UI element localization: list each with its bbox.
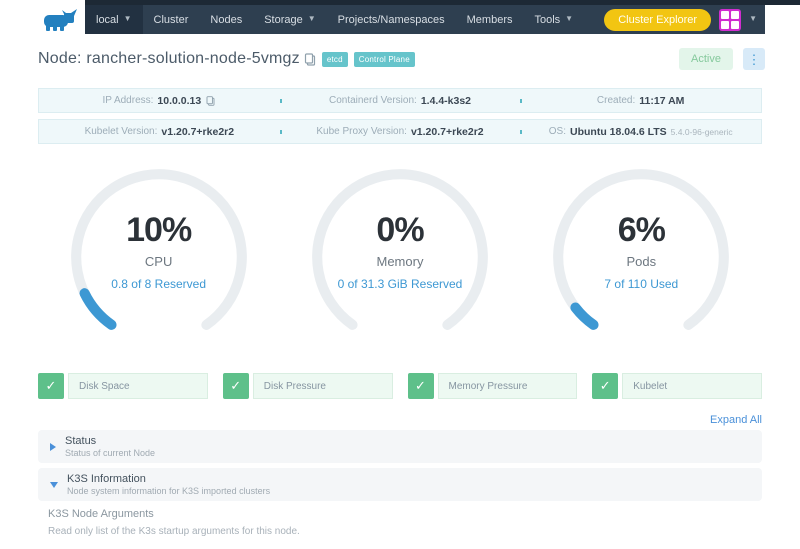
rancher-logo-icon[interactable] bbox=[38, 7, 82, 35]
gauge-label: Pods bbox=[626, 254, 656, 269]
k3s-content: K3S Node Arguments Read only list of the… bbox=[38, 501, 762, 549]
info-cell-os: OS: Ubuntu 18.04.6 LTS 5.4.0-96-generic bbox=[520, 126, 761, 138]
page-title: Node: rancher-solution-node-5vmgz bbox=[38, 50, 300, 68]
info-cell-ip-address: IP Address: 10.0.0.13 bbox=[39, 95, 280, 107]
check-icon: ✓ bbox=[592, 373, 618, 399]
k3s-arguments-heading: K3S Node Arguments bbox=[38, 501, 762, 520]
resource-gauges: 10% CPU 0.8 of 8 Reserved 0% Memory 0 of… bbox=[38, 165, 762, 349]
nav-item-label: Cluster bbox=[154, 14, 189, 26]
nav-item-local[interactable]: local ▼ bbox=[85, 5, 143, 34]
section-k3s-information: K3S Information Node system information … bbox=[38, 468, 762, 501]
nav-item-cluster[interactable]: Cluster bbox=[143, 5, 200, 34]
nav-item-label: Projects/Namespaces bbox=[338, 14, 445, 26]
page: local ▼ Cluster Nodes Storage ▼ Projects… bbox=[0, 0, 800, 549]
gauge-pods: 6% Pods 7 of 110 Used bbox=[549, 165, 733, 349]
gauge-memory: 0% Memory 0 of 31.3 GiB Reserved bbox=[308, 165, 492, 349]
info-label: Kube Proxy Version: bbox=[316, 126, 407, 137]
section-status-header[interactable]: Status Status of current Node bbox=[38, 430, 762, 463]
gauge-label: Memory bbox=[377, 254, 424, 269]
info-label: Containerd Version: bbox=[329, 95, 417, 106]
role-badge-control-plane: Control Plane bbox=[354, 52, 415, 67]
node-conditions: ✓ Disk Space ✓ Disk Pressure ✓ Memory Pr… bbox=[38, 373, 762, 399]
info-label: IP Address: bbox=[102, 95, 153, 106]
chevron-down-icon: ▼ bbox=[565, 15, 573, 23]
section-status: Status Status of current Node bbox=[38, 430, 762, 463]
role-badge-etcd: etcd bbox=[322, 52, 348, 67]
info-cell-kube-proxy-version: Kube Proxy Version: v1.20.7+rke2r2 bbox=[280, 126, 521, 138]
gauge-percent: 10% bbox=[126, 211, 191, 250]
chevron-down-icon: ▼ bbox=[308, 15, 316, 23]
nav-item-label: local bbox=[96, 14, 119, 26]
info-value: v1.20.7+rke2r2 bbox=[411, 126, 484, 138]
gauge-subtext: 0.8 of 8 Reserved bbox=[111, 277, 206, 291]
condition-label: Kubelet bbox=[622, 373, 762, 399]
condition-label: Disk Space bbox=[68, 373, 208, 399]
triangle-right-icon bbox=[50, 443, 56, 451]
copy-icon[interactable] bbox=[304, 53, 316, 66]
check-icon: ✓ bbox=[408, 373, 434, 399]
apps-icon[interactable] bbox=[719, 9, 741, 31]
section-title: Status bbox=[65, 435, 155, 447]
gauge-subtext: 7 of 110 Used bbox=[604, 277, 678, 291]
info-row-2: Kubelet Version: v1.20.7+rke2r2 Kube Pro… bbox=[38, 119, 762, 144]
section-subtitle: Status of current Node bbox=[65, 448, 155, 458]
chevron-down-icon: ▼ bbox=[124, 15, 132, 23]
gauge-subtext: 0 of 31.3 GiB Reserved bbox=[338, 277, 463, 291]
section-title: K3S Information bbox=[67, 473, 270, 485]
nav-item-projects-namespaces[interactable]: Projects/Namespaces bbox=[327, 5, 456, 34]
copy-icon[interactable] bbox=[206, 95, 215, 105]
k3s-arguments-description: Read only list of the K3s startup argume… bbox=[38, 520, 762, 537]
gauge-percent: 0% bbox=[376, 211, 423, 250]
condition-disk-pressure: ✓ Disk Pressure bbox=[223, 373, 393, 399]
info-label: Kubelet Version: bbox=[85, 126, 158, 137]
check-icon: ✓ bbox=[223, 373, 249, 399]
section-subtitle: Node system information for K3S imported… bbox=[67, 486, 270, 496]
nav-item-members[interactable]: Members bbox=[456, 5, 524, 34]
info-cell-created: Created: 11:17 AM bbox=[520, 95, 761, 107]
nav-item-storage[interactable]: Storage ▼ bbox=[253, 5, 326, 34]
triangle-down-icon bbox=[50, 482, 58, 488]
info-label: OS: bbox=[549, 126, 566, 137]
cluster-explorer-button[interactable]: Cluster Explorer bbox=[604, 9, 711, 31]
expand-all-link[interactable]: Expand All bbox=[710, 414, 762, 426]
chevron-down-icon[interactable]: ▼ bbox=[749, 15, 757, 23]
info-cell-containerd-version: Containerd Version: 1.4.4-k3s2 bbox=[280, 95, 521, 107]
top-navbar: local ▼ Cluster Nodes Storage ▼ Projects… bbox=[85, 5, 765, 34]
condition-memory-pressure: ✓ Memory Pressure bbox=[408, 373, 578, 399]
nav-item-label: Storage bbox=[264, 14, 303, 26]
kebab-menu-button[interactable]: ⋮ bbox=[743, 48, 765, 70]
gauge-cpu: 10% CPU 0.8 of 8 Reserved bbox=[67, 165, 251, 349]
info-value: 10.0.0.13 bbox=[157, 95, 201, 107]
condition-disk-space: ✓ Disk Space bbox=[38, 373, 208, 399]
info-value: 1.4.4-k3s2 bbox=[421, 95, 471, 107]
info-label: Created: bbox=[597, 95, 635, 106]
info-row-1: IP Address: 10.0.0.13 Containerd Version… bbox=[38, 88, 762, 113]
condition-label: Memory Pressure bbox=[438, 373, 578, 399]
node-info-table: IP Address: 10.0.0.13 Containerd Version… bbox=[38, 88, 762, 144]
gauge-label: CPU bbox=[145, 254, 172, 269]
nav-item-label: Members bbox=[467, 14, 513, 26]
nav-item-nodes[interactable]: Nodes bbox=[199, 5, 253, 34]
nav-item-tools[interactable]: Tools ▼ bbox=[523, 5, 584, 34]
info-value: 11:17 AM bbox=[639, 95, 684, 107]
check-icon: ✓ bbox=[38, 373, 64, 399]
nav-item-label: Nodes bbox=[210, 14, 242, 26]
info-cell-kubelet-version: Kubelet Version: v1.20.7+rke2r2 bbox=[39, 126, 280, 138]
condition-label: Disk Pressure bbox=[253, 373, 393, 399]
nav-item-label: Tools bbox=[534, 14, 560, 26]
info-value-extra: 5.4.0-96-generic bbox=[671, 127, 733, 137]
condition-kubelet: ✓ Kubelet bbox=[592, 373, 762, 399]
section-k3s-header[interactable]: K3S Information Node system information … bbox=[38, 468, 762, 501]
status-badge: Active bbox=[679, 48, 733, 70]
info-value: v1.20.7+rke2r2 bbox=[161, 126, 234, 138]
gauge-percent: 6% bbox=[618, 211, 665, 250]
info-value: Ubuntu 18.04.6 LTS bbox=[570, 126, 667, 138]
